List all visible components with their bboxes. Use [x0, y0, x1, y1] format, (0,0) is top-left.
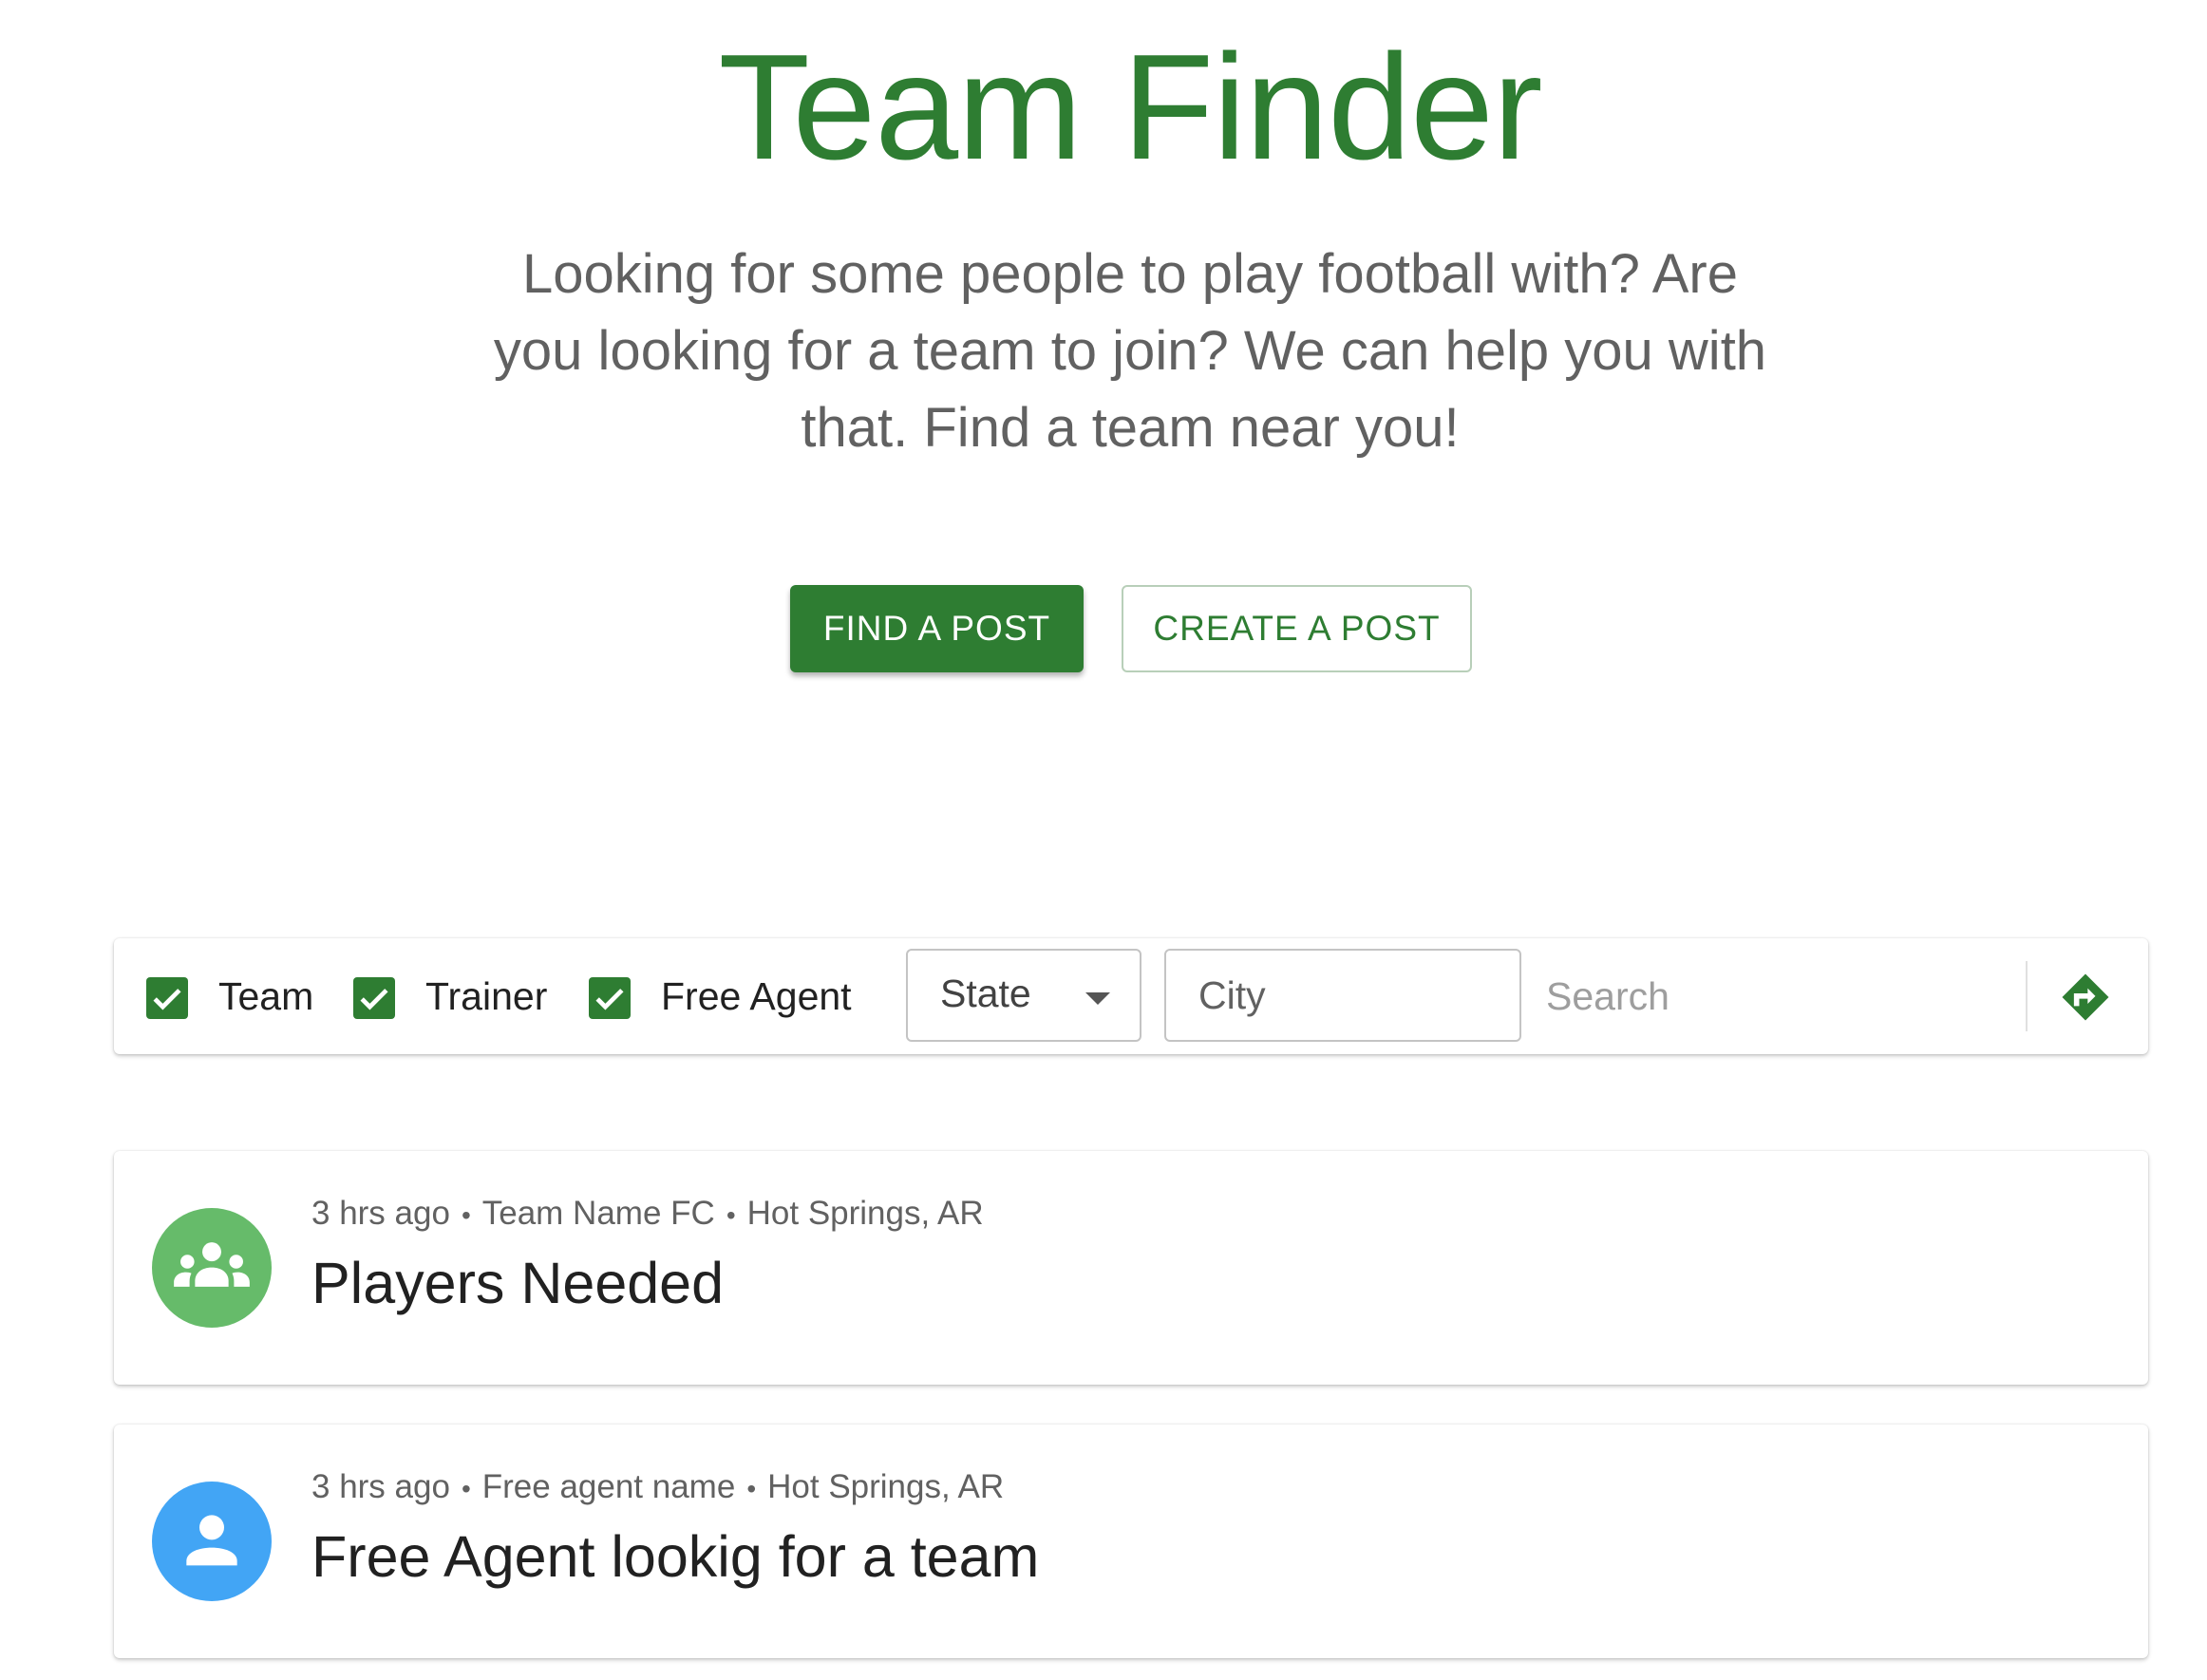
checkmark-icon [153, 989, 181, 1010]
person-icon [186, 1515, 237, 1566]
directions-button[interactable] [2059, 971, 2112, 1024]
meta-separator: • [461, 1200, 471, 1230]
avatar [152, 1208, 272, 1328]
state-select[interactable]: State [906, 949, 1141, 1042]
page-subtitle: Looking for some people to play football… [493, 243, 1767, 459]
page: Team Finder Looking for some people to p… [0, 0, 2207, 1680]
avatar [152, 1482, 272, 1601]
filter-bar: Team Trainer Free Agent State [114, 938, 2148, 1054]
post-card[interactable]: 3 hrs ago • Free agent name • Hot Springs, A… [114, 1425, 2148, 1658]
search-input[interactable] [1538, 952, 2127, 1041]
checkmark-icon [360, 989, 388, 1010]
state-select-value: State [940, 972, 1031, 1015]
post-location: Hot Springs, AR [746, 1195, 984, 1232]
trainer-checkbox-label[interactable]: Trainer [425, 972, 547, 1021]
post-time: 3 hrs ago [311, 1195, 450, 1232]
create-post-button[interactable]: CREATE A POST [1122, 585, 1472, 672]
team-checkbox-label[interactable]: Team [218, 972, 313, 1021]
checkmark-icon [595, 989, 624, 1010]
page-title: Team Finder [718, 24, 1542, 191]
meta-separator: • [746, 1474, 757, 1503]
team-checkbox[interactable] [146, 977, 188, 1019]
free-agent-checkbox-label[interactable]: Free Agent [661, 972, 852, 1021]
post-time: 3 hrs ago [311, 1468, 450, 1505]
meta-separator: • [461, 1474, 471, 1503]
city-input[interactable] [1164, 949, 1521, 1042]
groups-icon [174, 1242, 250, 1287]
search-divider [2026, 961, 2028, 1031]
find-post-button[interactable]: FIND A POST [790, 585, 1084, 672]
post-title[interactable]: Free Agent lookig for a team [311, 1523, 1039, 1590]
post-author: Free agent name [481, 1468, 736, 1505]
meta-separator: • [726, 1200, 736, 1230]
post-location: Hot Springs, AR [767, 1468, 1005, 1505]
trainer-checkbox[interactable] [353, 977, 395, 1019]
free-agent-checkbox[interactable] [589, 977, 631, 1019]
post-title[interactable]: Players Needed [311, 1250, 724, 1316]
dropdown-arrow-icon [1085, 992, 1110, 1005]
post-meta: 3 hrs ago • Free agent name • Hot Springs, A… [311, 1468, 1004, 1506]
post-meta: 3 hrs ago • Team Name FC • Hot Springs, AR [311, 1195, 984, 1233]
post-author: Team Name FC [481, 1195, 715, 1232]
post-card[interactable]: 3 hrs ago • Team Name FC • Hot Springs, AR P… [114, 1151, 2148, 1385]
directions-icon [2062, 973, 2109, 1021]
